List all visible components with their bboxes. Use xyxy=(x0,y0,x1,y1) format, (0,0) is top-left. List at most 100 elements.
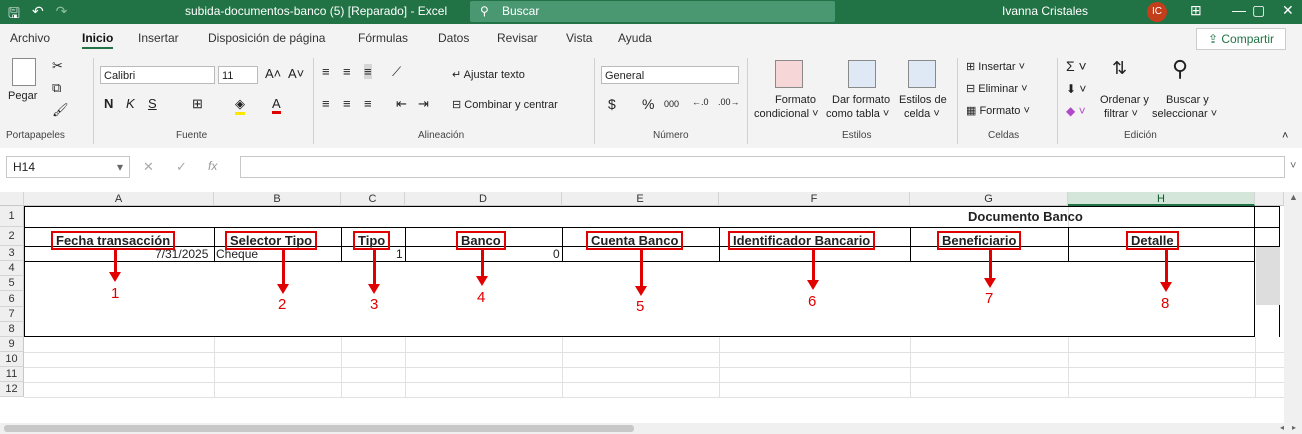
underline-button[interactable]: S xyxy=(148,96,157,111)
header-banco[interactable]: Banco xyxy=(456,231,506,250)
confirm-entry-icon[interactable]: ✓ xyxy=(176,159,187,175)
format-painter-icon[interactable]: 🖌 xyxy=(52,102,69,118)
align-center-icon[interactable]: ≡ xyxy=(343,96,351,111)
sheet-title[interactable]: Documento Banco xyxy=(968,209,1083,224)
delete-cells-button[interactable]: ⊟ Eliminar ˅ xyxy=(966,82,1028,95)
paste-icon[interactable] xyxy=(12,58,36,86)
row-header-7[interactable]: 7 xyxy=(0,307,24,322)
cell-styles-icon[interactable] xyxy=(908,60,936,88)
conditional-format-button[interactable]: Formato xyxy=(775,94,816,106)
tab-datos[interactable]: Datos xyxy=(438,31,469,45)
increase-decimal-icon[interactable]: ←.0 xyxy=(692,97,709,107)
select-all-corner[interactable] xyxy=(0,192,24,206)
header-beneficiario[interactable]: Beneficiario xyxy=(937,231,1022,250)
share-button[interactable]: ⇪ Compartir xyxy=(1196,28,1286,50)
name-box[interactable]: H14 ▾ xyxy=(6,156,130,178)
tab-inicio[interactable]: Inicio xyxy=(82,31,114,49)
align-left-icon[interactable]: ≡ xyxy=(322,96,330,111)
wrap-text-button[interactable]: ↵ Ajustar texto xyxy=(452,68,525,81)
column-header-h[interactable]: H xyxy=(1068,192,1255,206)
orientation-icon[interactable]: ⟋ xyxy=(392,64,401,80)
decrease-indent-icon[interactable]: ⇤ xyxy=(396,96,407,112)
formula-input[interactable] xyxy=(240,156,1285,178)
avatar[interactable]: IC xyxy=(1147,2,1167,22)
column-header-c[interactable]: C xyxy=(341,192,405,206)
increase-indent-icon[interactable]: ⇥ xyxy=(418,96,429,112)
fill-icon[interactable]: ⬇ ˅ xyxy=(1066,82,1086,96)
merge-center-button[interactable]: ⊟ Combinar y centrar xyxy=(452,98,558,111)
header-detalle[interactable]: Detalle xyxy=(1126,231,1179,250)
column-header-a[interactable]: A xyxy=(24,192,214,206)
cell-a3[interactable]: 7/31/2025 xyxy=(155,247,208,261)
copy-icon[interactable]: ⧉ xyxy=(52,80,61,96)
column-header-e[interactable]: E xyxy=(562,192,719,206)
clear-icon[interactable]: ◆ ˅ xyxy=(1066,104,1086,118)
header-tipo[interactable]: Tipo xyxy=(353,231,391,250)
bold-button[interactable]: N xyxy=(104,96,113,111)
sort-filter-button[interactable]: Ordenar y xyxy=(1100,94,1149,106)
vertical-scrollbar[interactable]: ▲ xyxy=(1284,192,1302,434)
row-header-8[interactable]: 8 xyxy=(0,322,24,337)
italic-button[interactable]: K xyxy=(126,96,135,111)
ribbon-display-icon[interactable]: ⊞ xyxy=(1190,2,1202,19)
row-header-6[interactable]: 6 xyxy=(0,291,24,307)
currency-button[interactable]: $ xyxy=(608,96,616,112)
column-header-f[interactable]: F xyxy=(719,192,910,206)
scroll-left-icon[interactable]: ◂ xyxy=(1280,423,1284,432)
cut-icon[interactable]: ✂ xyxy=(52,58,63,74)
tab-formulas[interactable]: Fórmulas xyxy=(358,31,408,45)
align-right-icon[interactable]: ≡ xyxy=(364,96,372,111)
font-size-select[interactable]: 11 xyxy=(218,66,258,84)
close-icon[interactable]: ✕ xyxy=(1282,2,1294,19)
row-header-10[interactable]: 10 xyxy=(0,352,24,367)
align-top-icon[interactable]: ≡ xyxy=(322,64,330,79)
autosum-icon[interactable]: Σ ˅ xyxy=(1066,58,1087,74)
expand-formula-icon[interactable]: ˅ xyxy=(1290,160,1296,172)
tab-disposicion[interactable]: Disposición de página xyxy=(208,31,325,45)
paste-button[interactable]: Pegar xyxy=(8,90,37,102)
row-header-11[interactable]: 11 xyxy=(0,367,24,382)
align-middle-icon[interactable]: ≡ xyxy=(343,64,351,79)
tab-vista[interactable]: Vista xyxy=(566,31,592,45)
horizontal-scroll-thumb[interactable] xyxy=(4,425,634,432)
find-select-button[interactable]: Buscar y xyxy=(1166,94,1209,106)
row-header-12[interactable]: 12 xyxy=(0,382,24,397)
percent-button[interactable]: % xyxy=(642,96,654,112)
insert-function-icon[interactable]: fx xyxy=(208,159,217,173)
cell-b3[interactable]: Cheque xyxy=(216,247,258,261)
name-box-dropdown-icon[interactable]: ▾ xyxy=(117,157,123,177)
format-cells-button[interactable]: ▦ Formato ˅ xyxy=(966,104,1030,117)
tab-insertar[interactable]: Insertar xyxy=(138,31,179,45)
column-header-d[interactable]: D xyxy=(405,192,562,206)
maximize-icon[interactable]: ▢ xyxy=(1252,2,1265,19)
user-name[interactable]: Ivanna Cristales xyxy=(1002,4,1088,18)
cell-styles-button[interactable]: Estilos de xyxy=(899,94,947,106)
row-header-1[interactable]: 1 xyxy=(0,206,24,227)
conditional-format-icon[interactable] xyxy=(775,60,803,88)
search-box[interactable]: ⚲ Buscar xyxy=(470,1,835,22)
tab-revisar[interactable]: Revisar xyxy=(497,31,538,45)
row-header-5[interactable]: 5 xyxy=(0,276,24,291)
thousands-button[interactable]: 000 xyxy=(664,99,679,109)
row-header-4[interactable]: 4 xyxy=(0,261,24,276)
font-name-select[interactable]: Calibri xyxy=(100,66,215,84)
horizontal-scrollbar[interactable]: ◂ ▸ xyxy=(0,423,1302,434)
row-header-2[interactable]: 2 xyxy=(0,227,24,246)
font-color-icon[interactable]: A xyxy=(272,96,281,114)
tab-archivo[interactable]: Archivo xyxy=(10,31,50,45)
header-identificador-bancario[interactable]: Identificador Bancario xyxy=(728,231,876,250)
align-bottom-icon[interactable]: ≡ xyxy=(364,64,372,79)
cell-c3[interactable]: 1 xyxy=(396,247,403,261)
column-header-b[interactable]: B xyxy=(214,192,341,206)
scroll-right-icon[interactable]: ▸ xyxy=(1292,423,1296,432)
format-table-icon[interactable] xyxy=(848,60,876,88)
cancel-entry-icon[interactable]: ✕ xyxy=(143,159,154,175)
row-header-9[interactable]: 9 xyxy=(0,337,24,352)
number-format-select[interactable]: General xyxy=(601,66,739,84)
decrease-decimal-icon[interactable]: .00→ xyxy=(718,97,740,107)
collapse-ribbon-icon[interactable]: ˄ xyxy=(1282,130,1288,142)
column-header-g[interactable]: G xyxy=(910,192,1068,206)
format-table-button[interactable]: Dar formato xyxy=(832,94,890,106)
scroll-up-icon[interactable]: ▲ xyxy=(1289,192,1298,202)
grow-font-icon[interactable]: A˄ xyxy=(265,66,281,81)
